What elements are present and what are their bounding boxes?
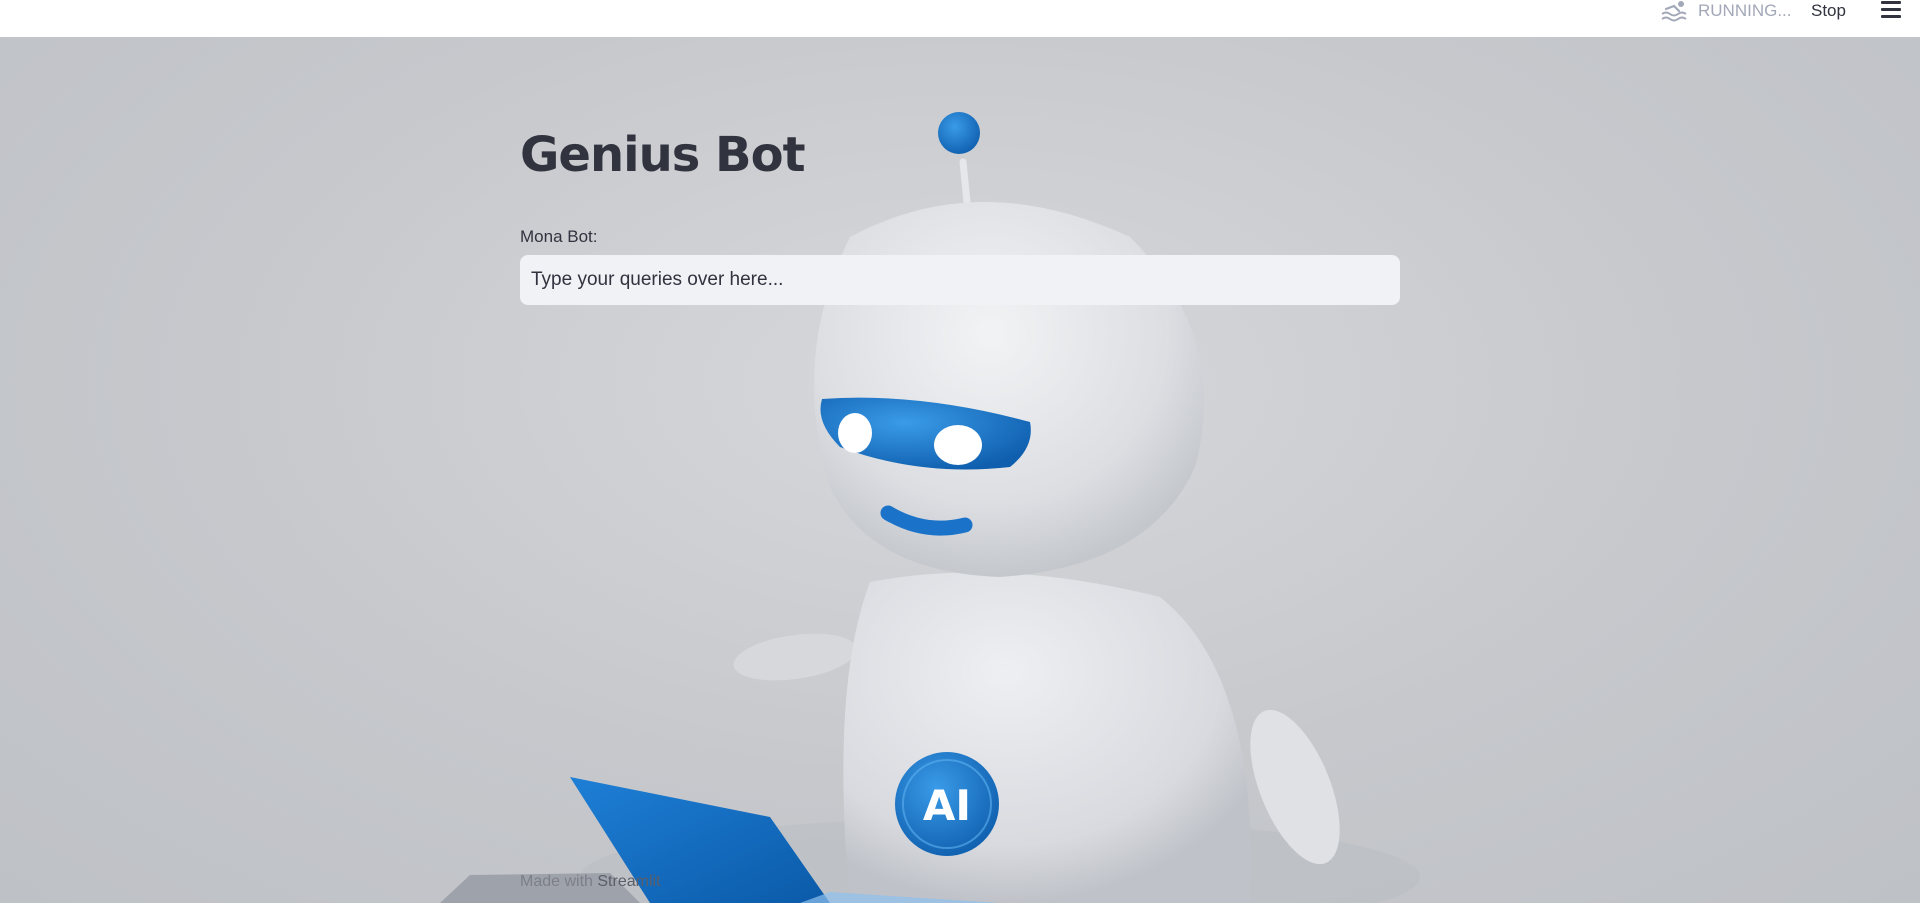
top-toolbar: RUNNING... Stop [0,0,1920,37]
stop-button[interactable]: Stop [1811,0,1846,22]
main-content: Genius Bot Mona Bot: [520,37,1400,305]
robot-left-eye [838,413,872,453]
streamlit-link[interactable]: Streamlit [597,873,660,890]
swimmer-icon [1661,1,1687,22]
page-title: Genius Bot [520,127,806,183]
footer: Made with Streamlit [520,873,661,891]
footer-prefix: Made with [520,873,593,890]
ai-badge-text: AI [923,781,971,830]
query-input[interactable] [520,255,1400,305]
running-status: RUNNING... [1660,0,1792,22]
robot-body [843,572,1251,903]
robot-left-arm [733,633,857,681]
hamburger-menu-icon[interactable] [1880,1,1902,21]
status-text: RUNNING... [1698,1,1792,20]
robot-right-eye [934,425,982,465]
input-label: Mona Bot: [520,227,598,246]
